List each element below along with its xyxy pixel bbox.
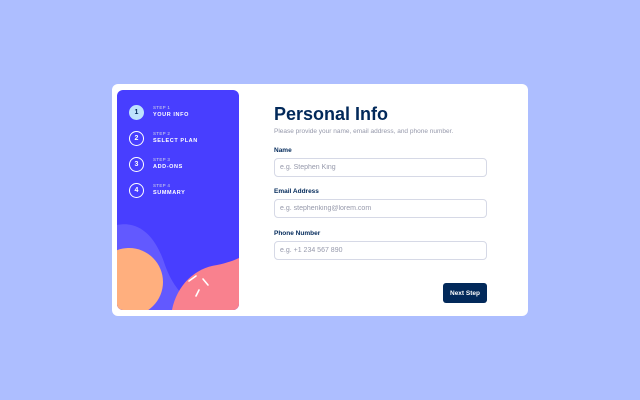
step-caption: STEP 2 <box>153 131 171 136</box>
steps-sidebar: 1 STEP 1 YOUR INFO 2 STEP 2 SELECT PLAN … <box>117 90 239 310</box>
step-title: SELECT PLAN <box>153 138 198 144</box>
email-field[interactable] <box>274 199 487 218</box>
phone-field[interactable] <box>274 241 487 260</box>
step-caption: STEP 4 <box>153 183 171 188</box>
page-subtitle: Please provide your name, email address,… <box>274 128 454 135</box>
name-label: Name <box>274 147 292 154</box>
step-title: YOUR INFO <box>153 112 189 118</box>
step-caption: STEP 3 <box>153 157 171 162</box>
step-number-badge: 1 <box>129 105 144 120</box>
step-3[interactable]: 3 STEP 3 ADD-ONS <box>129 157 239 175</box>
step-title: ADD-ONS <box>153 164 183 170</box>
step-2[interactable]: 2 STEP 2 SELECT PLAN <box>129 131 239 149</box>
email-label: Email Address <box>274 188 319 195</box>
page-title: Personal Info <box>274 104 389 124</box>
step-title: SUMMARY <box>153 190 186 196</box>
step-number-badge: 4 <box>129 183 144 198</box>
next-step-button[interactable]: Next Step <box>443 283 487 303</box>
step-1[interactable]: 1 STEP 1 YOUR INFO <box>129 105 239 123</box>
step-number-badge: 2 <box>129 131 144 146</box>
name-field[interactable] <box>274 158 487 177</box>
step-4[interactable]: 4 STEP 4 SUMMARY <box>129 183 239 201</box>
step-caption: STEP 1 <box>153 105 171 110</box>
step-number-badge: 3 <box>129 157 144 172</box>
phone-label: Phone Number <box>274 230 321 237</box>
form-card: 1 STEP 1 YOUR INFO 2 STEP 2 SELECT PLAN … <box>112 84 528 316</box>
